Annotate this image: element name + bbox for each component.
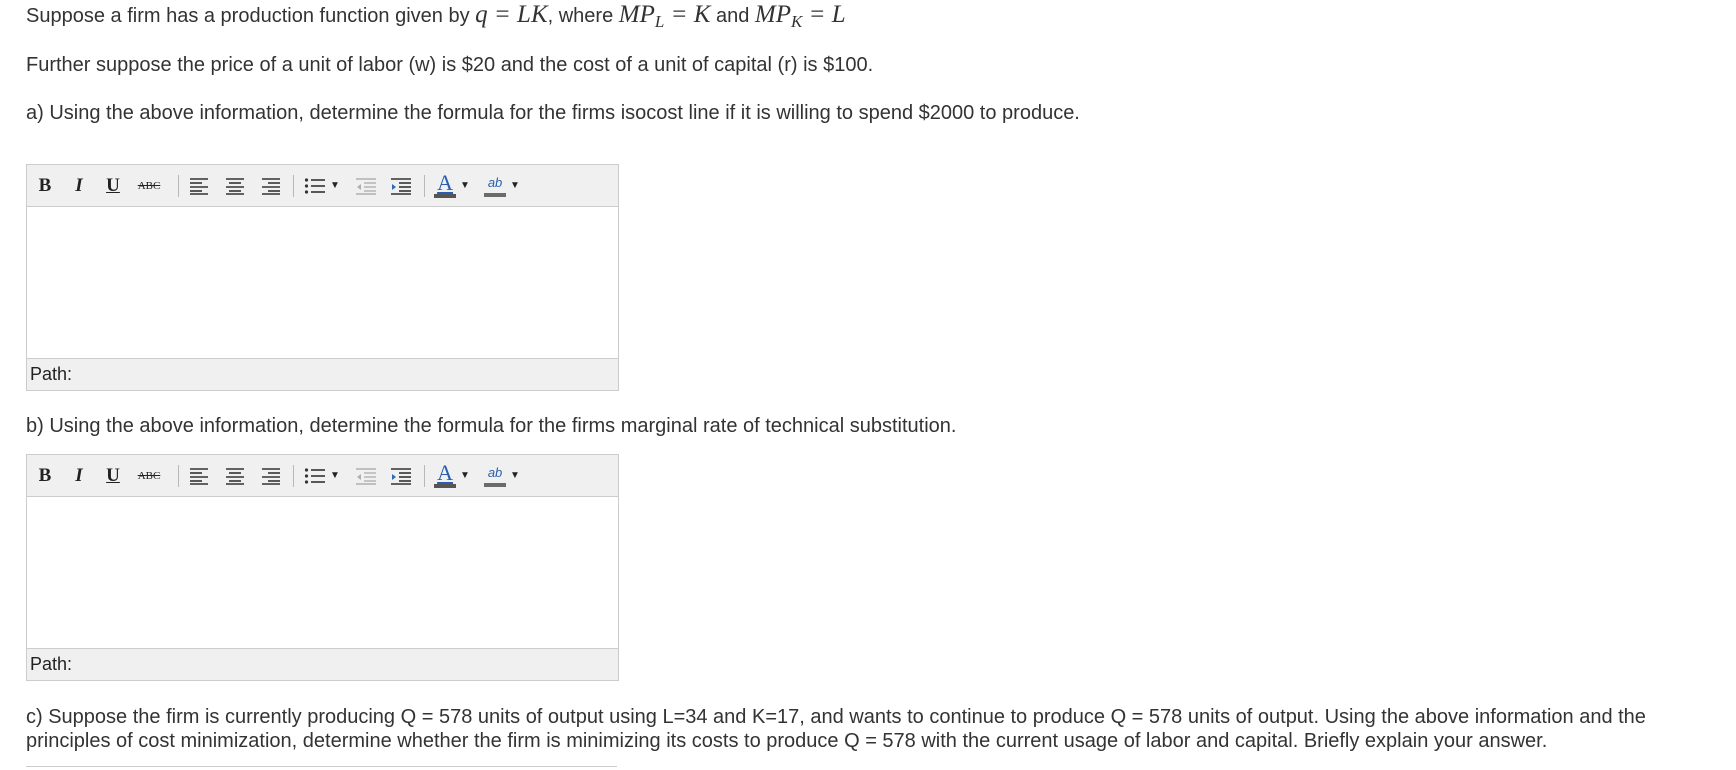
highlight-color-button[interactable]: ab ▼ <box>479 165 525 206</box>
strikethrough-button[interactable]: ABC <box>135 165 163 206</box>
outdent-icon[interactable] <box>353 165 379 206</box>
align-center-icon[interactable] <box>223 165 247 206</box>
italic-button[interactable]: I <box>69 455 89 496</box>
align-left-icon[interactable] <box>187 165 211 206</box>
italic-button[interactable]: I <box>69 165 89 206</box>
indent-icon[interactable] <box>388 165 414 206</box>
align-right-icon[interactable] <box>259 165 283 206</box>
part-c-prompt: c) Suppose the firm is currently produci… <box>26 705 1736 753</box>
editor-content-area[interactable] <box>27 497 618 648</box>
toolbar-separator <box>293 465 294 487</box>
font-color-button[interactable]: A ▼ <box>431 455 473 496</box>
mpl-formula: MPL = K <box>618 1 711 31</box>
and-text: and <box>710 5 755 27</box>
mpk-formula: MPK = L <box>754 1 846 31</box>
align-right-icon[interactable] <box>259 455 283 496</box>
part-b-prompt: b) Using the above information, determin… <box>26 415 957 437</box>
underline-button[interactable]: U <box>103 165 123 206</box>
highlight-bar <box>484 483 507 487</box>
editor-path-statusbar: Path: <box>27 648 618 680</box>
font-color-icon: A <box>437 460 453 485</box>
toolbar-separator <box>178 175 179 197</box>
editor-content-area[interactable] <box>27 207 618 358</box>
question-intro: Suppose a firm has a production function… <box>26 1 846 31</box>
outdent-icon[interactable] <box>353 455 379 496</box>
toolbar-separator <box>293 175 294 197</box>
part-a-prompt: a) Using the above information, determin… <box>26 102 1080 124</box>
font-color-icon: A <box>437 170 453 195</box>
editor-path-statusbar: Path: <box>27 358 618 390</box>
font-color-bar <box>434 194 457 198</box>
bullet-list-icon[interactable]: ▼ <box>301 455 343 496</box>
bold-button[interactable]: B <box>35 455 55 496</box>
part-c-line-2: principles of cost minimization, determi… <box>26 730 1548 752</box>
where-text: , where <box>547 5 619 27</box>
align-left-icon[interactable] <box>187 455 211 496</box>
answer-editor-a: B I U ABC ▼ A ▼ ab ▼ Path: <box>26 164 619 391</box>
underline-button[interactable]: U <box>103 455 123 496</box>
indent-icon[interactable] <box>388 455 414 496</box>
prices-text: Further suppose the price of a unit of l… <box>26 54 874 76</box>
chevron-down-icon: ▼ <box>330 180 340 191</box>
font-color-bar <box>434 484 457 488</box>
highlight-icon: ab <box>487 465 503 480</box>
chevron-down-icon: ▼ <box>460 470 470 481</box>
next-editor-edge <box>26 766 617 767</box>
font-color-button[interactable]: A ▼ <box>431 165 473 206</box>
production-function-formula: q = LK <box>475 1 548 28</box>
highlight-color-button[interactable]: ab ▼ <box>479 455 525 496</box>
chevron-down-icon: ▼ <box>330 470 340 481</box>
highlight-icon: ab <box>487 175 503 190</box>
strikethrough-button[interactable]: ABC <box>135 455 163 496</box>
chevron-down-icon: ▼ <box>510 180 520 191</box>
part-c-line-1: c) Suppose the firm is currently produci… <box>26 706 1646 728</box>
editor-toolbar: B I U ABC ▼ A ▼ ab ▼ <box>27 165 618 207</box>
chevron-down-icon: ▼ <box>510 470 520 481</box>
path-label: Path: <box>30 364 73 384</box>
toolbar-separator <box>178 465 179 487</box>
intro-text: Suppose a firm has a production function… <box>26 5 476 27</box>
bold-button[interactable]: B <box>35 165 55 206</box>
highlight-bar <box>484 193 507 197</box>
align-center-icon[interactable] <box>223 455 247 496</box>
editor-toolbar: B I U ABC ▼ A ▼ ab ▼ <box>27 455 618 497</box>
bullet-list-icon[interactable]: ▼ <box>301 165 343 206</box>
path-label: Path: <box>30 654 73 674</box>
chevron-down-icon: ▼ <box>460 180 470 191</box>
answer-editor-b: B I U ABC ▼ A ▼ ab ▼ Path: <box>26 454 619 681</box>
toolbar-separator <box>424 175 425 197</box>
toolbar-separator <box>424 465 425 487</box>
